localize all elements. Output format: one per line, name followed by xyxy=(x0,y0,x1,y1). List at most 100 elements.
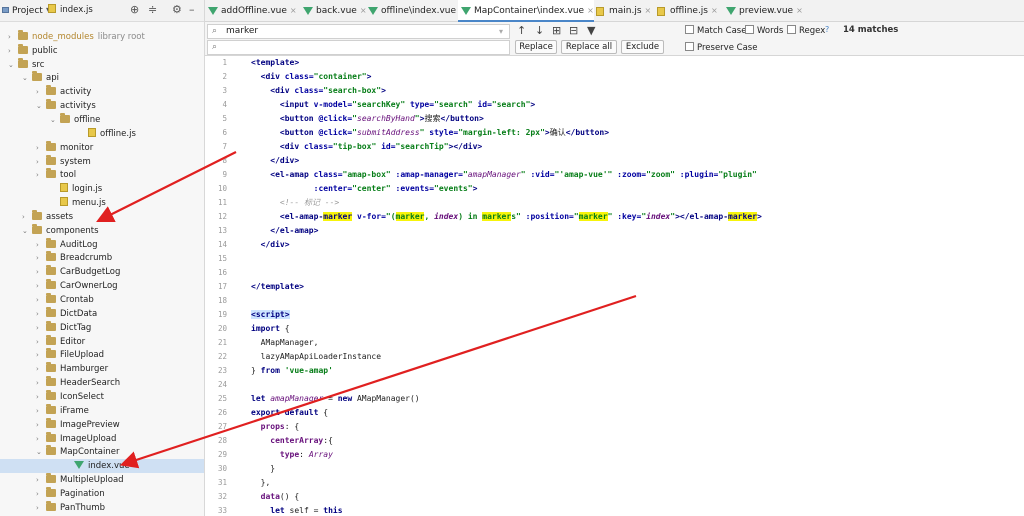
tree-item[interactable]: › iFrame xyxy=(0,403,204,418)
tree-item[interactable]: › CarOwnerLog xyxy=(0,279,204,293)
close-icon[interactable]: × xyxy=(645,6,652,15)
select-all-occurrences-icon[interactable]: ⊞ xyxy=(552,25,561,37)
tree-item[interactable]: index.js xyxy=(0,4,204,14)
chevron-right-icon[interactable]: › xyxy=(36,348,46,362)
tree-item[interactable]: › public xyxy=(0,43,204,58)
chevron-right-icon[interactable]: › xyxy=(22,210,32,224)
chevron-right-icon[interactable]: › xyxy=(8,30,18,44)
chevron-right-icon[interactable]: › xyxy=(36,501,46,515)
chevron-right-icon[interactable]: › xyxy=(36,155,46,169)
tab-mapcontainer-index-vue[interactable]: MapContainer\index.vue × xyxy=(458,0,594,22)
tree-item[interactable]: › activity xyxy=(0,85,204,99)
chevron-right-icon[interactable]: › xyxy=(36,279,46,293)
chevron-right-icon[interactable]: › xyxy=(36,473,46,487)
tree-item[interactable]: ⌄ offline xyxy=(0,112,204,127)
tree-item[interactable]: › PanThumb xyxy=(0,500,204,515)
chevron-down-icon[interactable]: ⌄ xyxy=(22,71,32,85)
words-box[interactable] xyxy=(745,25,754,34)
next-occurrence-icon[interactable]: ↓ xyxy=(535,25,544,37)
match-case-checkbox[interactable]: Match Case xyxy=(685,25,746,37)
tree-item[interactable]: ⌄ components xyxy=(0,223,204,238)
chevron-right-icon[interactable]: › xyxy=(36,238,46,252)
match-case-box[interactable] xyxy=(685,25,694,34)
tab-offline-index-vue[interactable]: offline\index.vue× xyxy=(365,0,466,22)
chevron-right-icon[interactable]: › xyxy=(36,293,46,307)
previous-occurrence-icon[interactable]: ↑ xyxy=(517,25,526,37)
tree-item[interactable]: › Crontab xyxy=(0,293,204,307)
preserve-case-box[interactable] xyxy=(685,42,694,51)
exclude-button[interactable]: Exclude xyxy=(621,40,664,54)
chevron-right-icon[interactable]: › xyxy=(36,432,46,446)
regex-help-link[interactable]: ? xyxy=(825,25,829,34)
tree-item[interactable]: › Editor xyxy=(0,334,204,349)
tree-item[interactable]: › Hamburger xyxy=(0,362,204,376)
tree-item[interactable]: menu.js xyxy=(0,196,204,210)
chevron-right-icon[interactable]: › xyxy=(8,44,18,58)
tree-item[interactable]: › CarBudgetLog xyxy=(0,265,204,279)
chevron-right-icon[interactable]: › xyxy=(36,487,46,501)
tree-item[interactable]: › HeaderSearch xyxy=(0,376,204,390)
words-checkbox[interactable]: Words xyxy=(745,25,783,37)
replace-button[interactable]: Replace xyxy=(515,40,557,54)
tree-item[interactable]: ⌄ MapContainer xyxy=(0,445,204,459)
close-icon[interactable]: × xyxy=(290,6,297,15)
tree-item[interactable]: ⌄ api xyxy=(0,71,204,85)
tree-item[interactable]: login.js xyxy=(0,182,204,196)
tab-preview-vue[interactable]: preview.vue × xyxy=(723,0,803,22)
chevron-right-icon[interactable]: › xyxy=(36,335,46,349)
tree-item[interactable]: › monitor xyxy=(0,140,204,155)
preserve-case-checkbox[interactable]: Preserve Case xyxy=(685,42,757,54)
close-icon[interactable]: × xyxy=(711,6,718,15)
tree-item[interactable]: offline.js xyxy=(0,127,204,141)
regex-box[interactable] xyxy=(787,25,796,34)
tree-item[interactable]: › Pagination xyxy=(0,486,204,501)
chevron-right-icon[interactable]: › xyxy=(36,376,46,390)
chevron-down-icon[interactable]: ⌄ xyxy=(22,224,32,238)
replace-input[interactable]: ⌕ xyxy=(207,40,510,55)
chevron-right-icon[interactable]: › xyxy=(36,321,46,335)
tree-item[interactable]: › MultipleUpload xyxy=(0,473,204,487)
chevron-right-icon[interactable]: › xyxy=(36,390,46,404)
tree-item[interactable]: › DictData xyxy=(0,306,204,321)
tree-item[interactable]: index.vue xyxy=(0,459,204,474)
tree-item[interactable]: › ImagePreview xyxy=(0,417,204,432)
tree-item[interactable]: › node_modules library root xyxy=(0,29,204,44)
chevron-right-icon[interactable]: › xyxy=(36,404,46,418)
line-number: 21 xyxy=(217,338,227,347)
chevron-right-icon[interactable]: › xyxy=(36,168,46,182)
tree-item[interactable]: › DictTag xyxy=(0,320,204,335)
tab-back-vue[interactable]: back.vue × xyxy=(300,0,367,22)
chevron-down-icon[interactable]: ⌄ xyxy=(36,99,46,113)
chevron-right-icon[interactable]: › xyxy=(36,265,46,279)
chevron-right-icon[interactable]: › xyxy=(36,251,46,265)
chevron-down-icon[interactable]: ⌄ xyxy=(8,58,18,72)
tree-item[interactable]: › tool xyxy=(0,168,204,182)
tree-item[interactable]: › system xyxy=(0,154,204,169)
filter-icon[interactable]: ⊟ xyxy=(569,25,578,37)
tree-item[interactable]: › IconSelect xyxy=(0,389,204,404)
close-icon[interactable]: × xyxy=(796,6,803,15)
tree-item[interactable]: › ImageUpload xyxy=(0,431,204,446)
chevron-right-icon[interactable]: › xyxy=(36,307,46,321)
tree-item[interactable]: ⌄ activitys xyxy=(0,99,204,113)
chevron-down-icon[interactable]: ⌄ xyxy=(50,113,60,127)
tab-main-js[interactable]: main.js × xyxy=(593,0,651,22)
tree-item[interactable]: › FileUpload xyxy=(0,348,204,362)
tree-item[interactable]: › AuditLog xyxy=(0,237,204,252)
regex-checkbox[interactable]: Regex xyxy=(787,25,825,37)
chevron-right-icon[interactable]: › xyxy=(36,418,46,432)
search-history-icon[interactable]: ▾ xyxy=(499,25,503,38)
chevron-right-icon[interactable]: › xyxy=(36,85,46,99)
chevron-right-icon[interactable]: › xyxy=(36,141,46,155)
tab-addoffline-vue[interactable]: addOffline.vue × xyxy=(205,0,297,22)
tree-item[interactable]: › Breadcrumb xyxy=(0,251,204,265)
tab-offline-js[interactable]: offline.js × xyxy=(654,0,718,22)
chevron-right-icon[interactable]: › xyxy=(36,362,46,376)
chevron-down-icon[interactable]: ⌄ xyxy=(36,445,46,459)
tree-item[interactable]: ⌄ src xyxy=(0,57,204,72)
replace-all-button[interactable]: Replace all xyxy=(561,40,617,54)
code-editor[interactable]: 1 2 3 4 5 6 7 8 9 10 11 12 13 14 15 16 17 18 19 20 21 22 23 24 2… xyxy=(205,56,1024,516)
funnel-icon[interactable]: ▼ xyxy=(587,25,595,37)
tree-item[interactable]: › assets xyxy=(0,209,204,224)
search-input[interactable]: ⌕ marker ▾ xyxy=(207,24,510,39)
